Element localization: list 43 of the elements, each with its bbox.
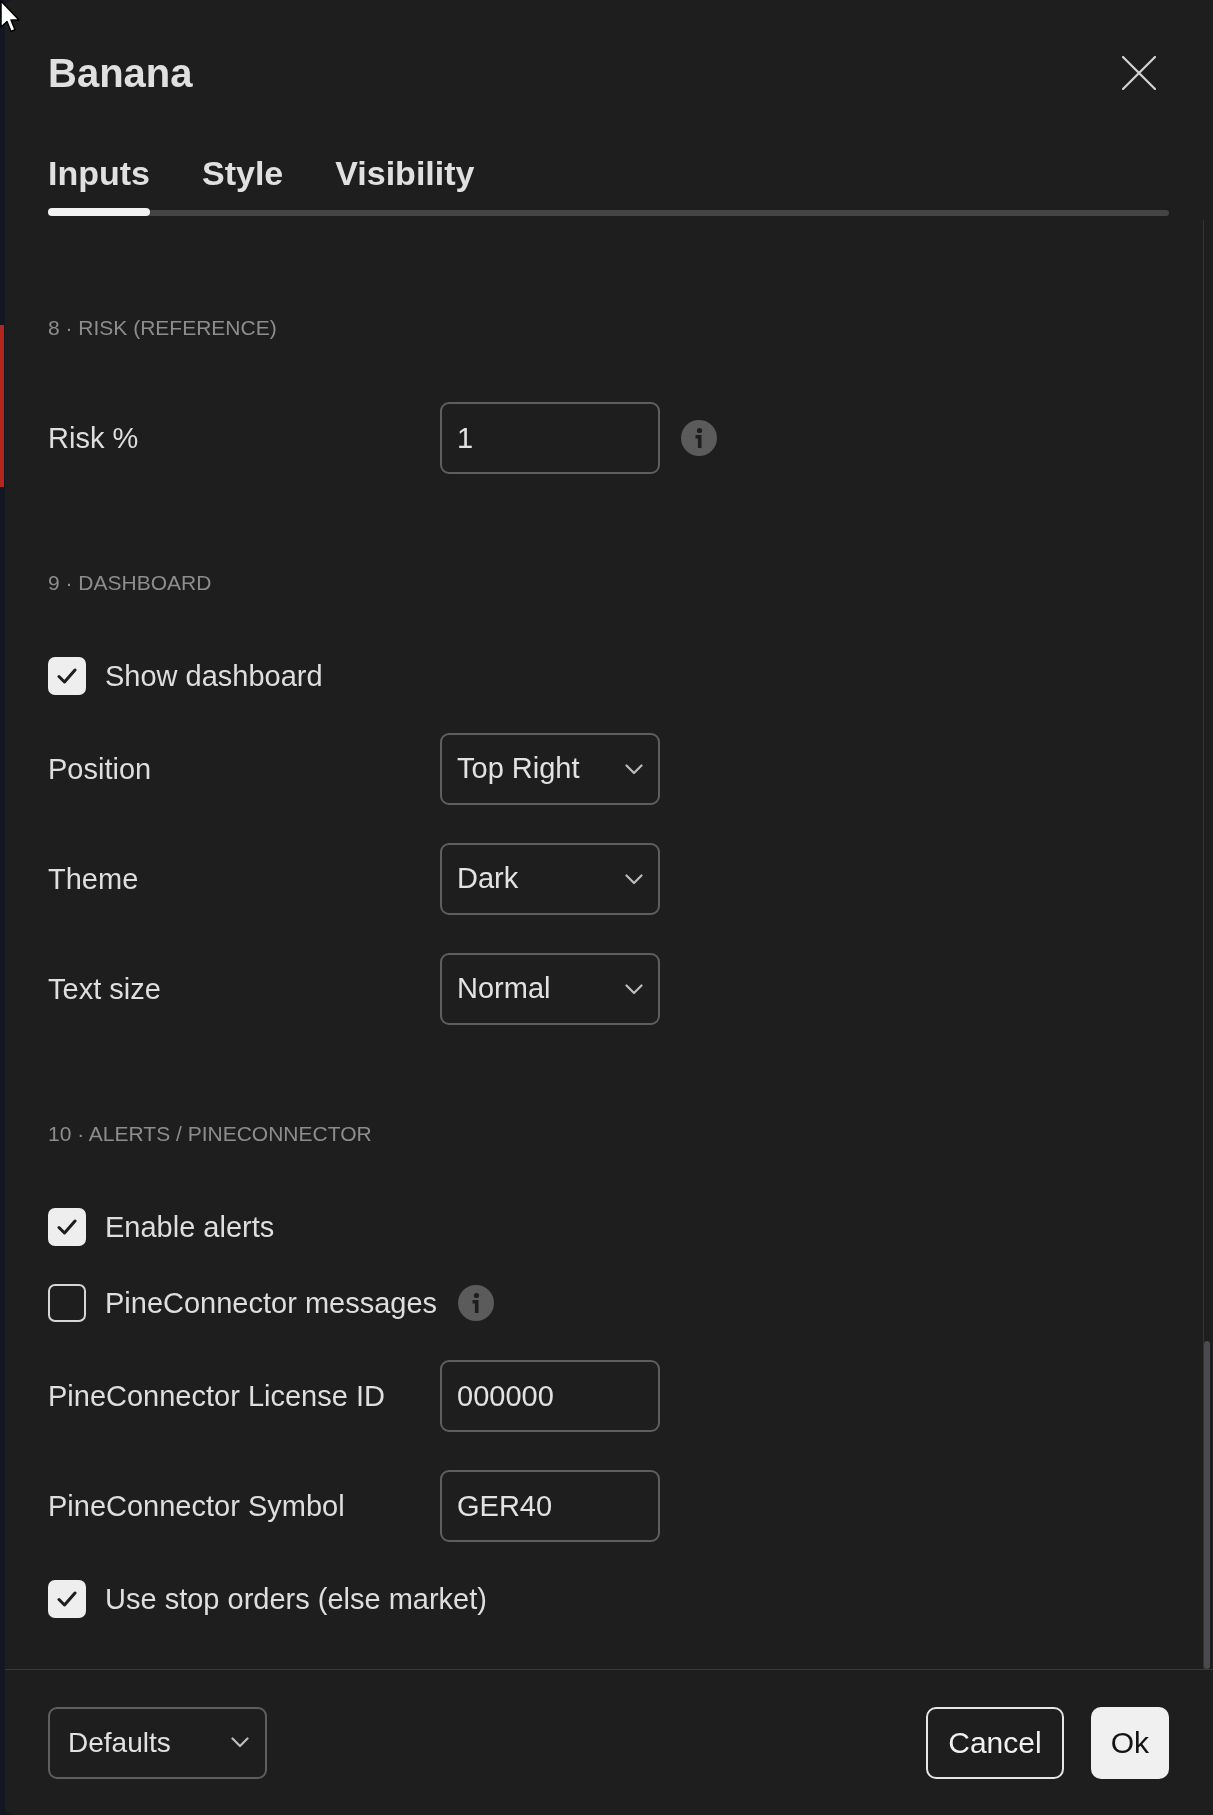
- section-header: 9 · DASHBOARD: [48, 571, 212, 595]
- dropdown[interactable]: Normal: [440, 953, 660, 1025]
- chevron-down-icon: [625, 983, 643, 995]
- section-header: 8 · RISK (REFERENCE): [48, 316, 277, 340]
- field-label: Theme: [48, 862, 139, 896]
- field-label: PineConnector Symbol: [48, 1489, 345, 1523]
- checkbox[interactable]: [48, 1208, 86, 1246]
- chevron-down-icon: [625, 873, 643, 885]
- text-field[interactable]: 1: [440, 402, 660, 474]
- ok-button[interactable]: Ok: [1090, 1706, 1169, 1779]
- dropdown[interactable]: Dark: [440, 843, 660, 915]
- text-field[interactable]: GER40: [440, 1470, 660, 1542]
- text-field[interactable]: 000000: [440, 1360, 660, 1432]
- chevron-down-icon: [231, 1737, 249, 1748]
- checkmark-icon: [57, 1591, 77, 1607]
- close-icon: [1122, 56, 1156, 90]
- tab[interactable]: Visibility: [335, 153, 475, 216]
- checkbox[interactable]: [48, 1284, 86, 1322]
- info-icon[interactable]: [681, 420, 717, 456]
- checkmark-icon: [57, 1219, 77, 1235]
- dropdown[interactable]: Top Right: [440, 733, 660, 805]
- checkbox[interactable]: [48, 1580, 86, 1618]
- dialog-title: Banana: [48, 50, 193, 97]
- checkbox-label: PineConnector messages: [105, 1286, 438, 1320]
- checkmark-icon: [57, 668, 77, 684]
- tab[interactable]: Style: [202, 153, 284, 216]
- defaults-dropdown[interactable]: Defaults: [48, 1706, 267, 1779]
- info-icon[interactable]: [458, 1285, 495, 1321]
- cancel-button[interactable]: Cancel: [926, 1706, 1064, 1779]
- tab[interactable]: Inputs: [48, 153, 150, 216]
- chevron-down-icon: [625, 763, 643, 775]
- section-header: 10 · ALERTS / PINECONNECTOR: [48, 1122, 372, 1146]
- field-label: Text size: [48, 972, 161, 1006]
- close-button[interactable]: [1122, 56, 1156, 90]
- checkbox-label: Use stop orders (else market): [105, 1582, 487, 1616]
- field-label: Position: [48, 752, 152, 786]
- mouse-pointer-icon: [0, 0, 22, 33]
- checkbox[interactable]: [48, 657, 86, 695]
- scrollbar-thumb[interactable]: [1204, 1341, 1210, 1669]
- checkbox-label: Enable alerts: [105, 1210, 275, 1244]
- checkbox-label: Show dashboard: [105, 659, 323, 693]
- field-label: PineConnector License ID: [48, 1379, 385, 1413]
- field-label: Risk %: [48, 421, 139, 455]
